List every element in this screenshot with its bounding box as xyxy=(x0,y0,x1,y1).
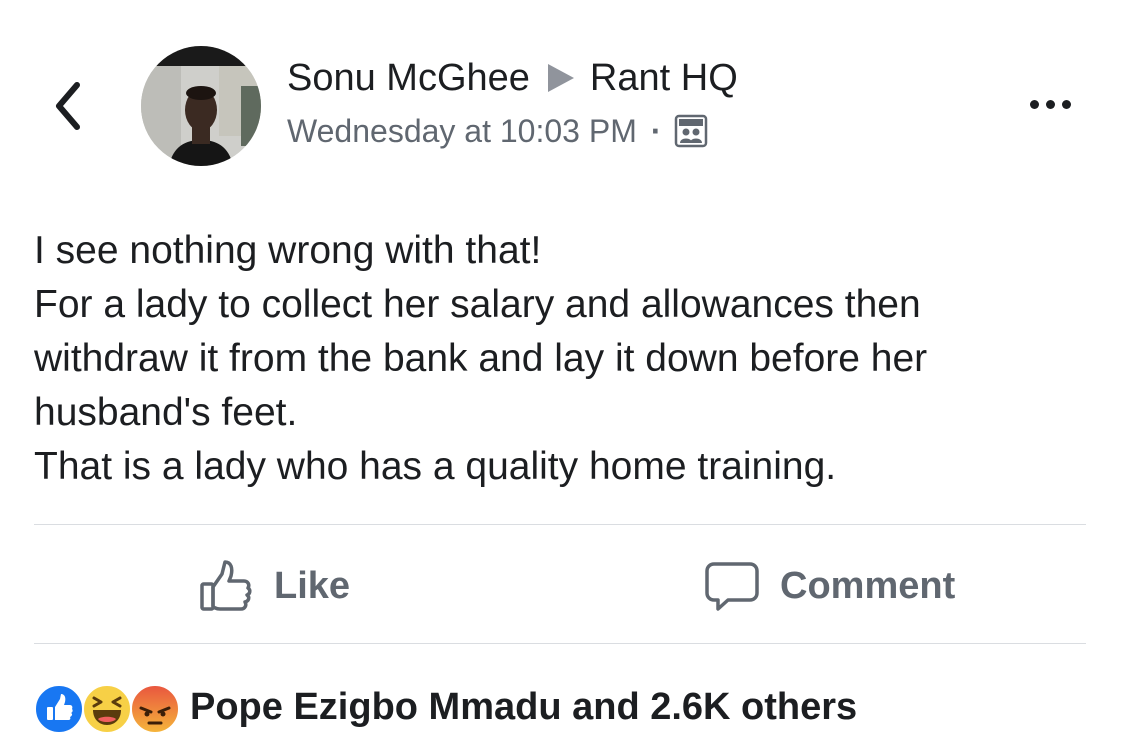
back-button[interactable] xyxy=(44,78,92,134)
haha-reaction-icon xyxy=(82,684,132,734)
post-timestamp[interactable]: Wednesday at 10:03 PM xyxy=(287,113,637,150)
more-dots-icon xyxy=(1029,99,1039,109)
more-dots-icon xyxy=(1045,99,1055,109)
shared-to-arrow-icon xyxy=(547,64,574,92)
post-meta: Wednesday at 10:03 PM · xyxy=(287,110,708,152)
reactions-count-text: Pope Ezigbo Mmadu and 2.6K others xyxy=(190,685,858,728)
comment-label: Comment xyxy=(780,564,956,607)
chevron-left-icon xyxy=(56,82,80,130)
angry-reaction-icon xyxy=(130,684,180,734)
reactions-summary[interactable]: Pope Ezigbo Mmadu and 2.6K others xyxy=(34,680,857,734)
more-dots-icon xyxy=(1061,99,1071,109)
post-line: withdraw it from the bank and lay it dow… xyxy=(34,337,928,380)
like-label: Like xyxy=(274,564,351,607)
post-line: That is a lady who has a quality home tr… xyxy=(34,445,837,488)
like-button[interactable]: Like xyxy=(198,556,350,616)
meta-separator: · xyxy=(650,112,662,149)
group-name[interactable]: Rant HQ xyxy=(590,57,738,100)
divider xyxy=(34,643,1086,644)
avatar[interactable] xyxy=(141,46,261,166)
like-reaction-icon xyxy=(34,684,84,734)
reaction-icons xyxy=(34,682,180,734)
post-line: I see nothing wrong with that! xyxy=(34,229,542,272)
post-line: For a lady to collect her salary and all… xyxy=(34,283,921,326)
post-line: husband's feet. xyxy=(34,391,298,434)
author-line: Sonu McGhee Rant HQ xyxy=(287,54,738,102)
avatar-photo xyxy=(141,46,261,166)
comment-button[interactable]: Comment xyxy=(704,556,955,616)
speech-bubble-icon xyxy=(704,558,760,614)
group-audience-icon xyxy=(674,114,708,148)
thumbs-up-icon xyxy=(198,558,254,614)
more-options-button[interactable] xyxy=(1018,84,1082,124)
author-name[interactable]: Sonu McGhee xyxy=(287,57,530,100)
post-body: I see nothing wrong with that! For a lad… xyxy=(34,224,1094,494)
divider xyxy=(34,524,1086,525)
